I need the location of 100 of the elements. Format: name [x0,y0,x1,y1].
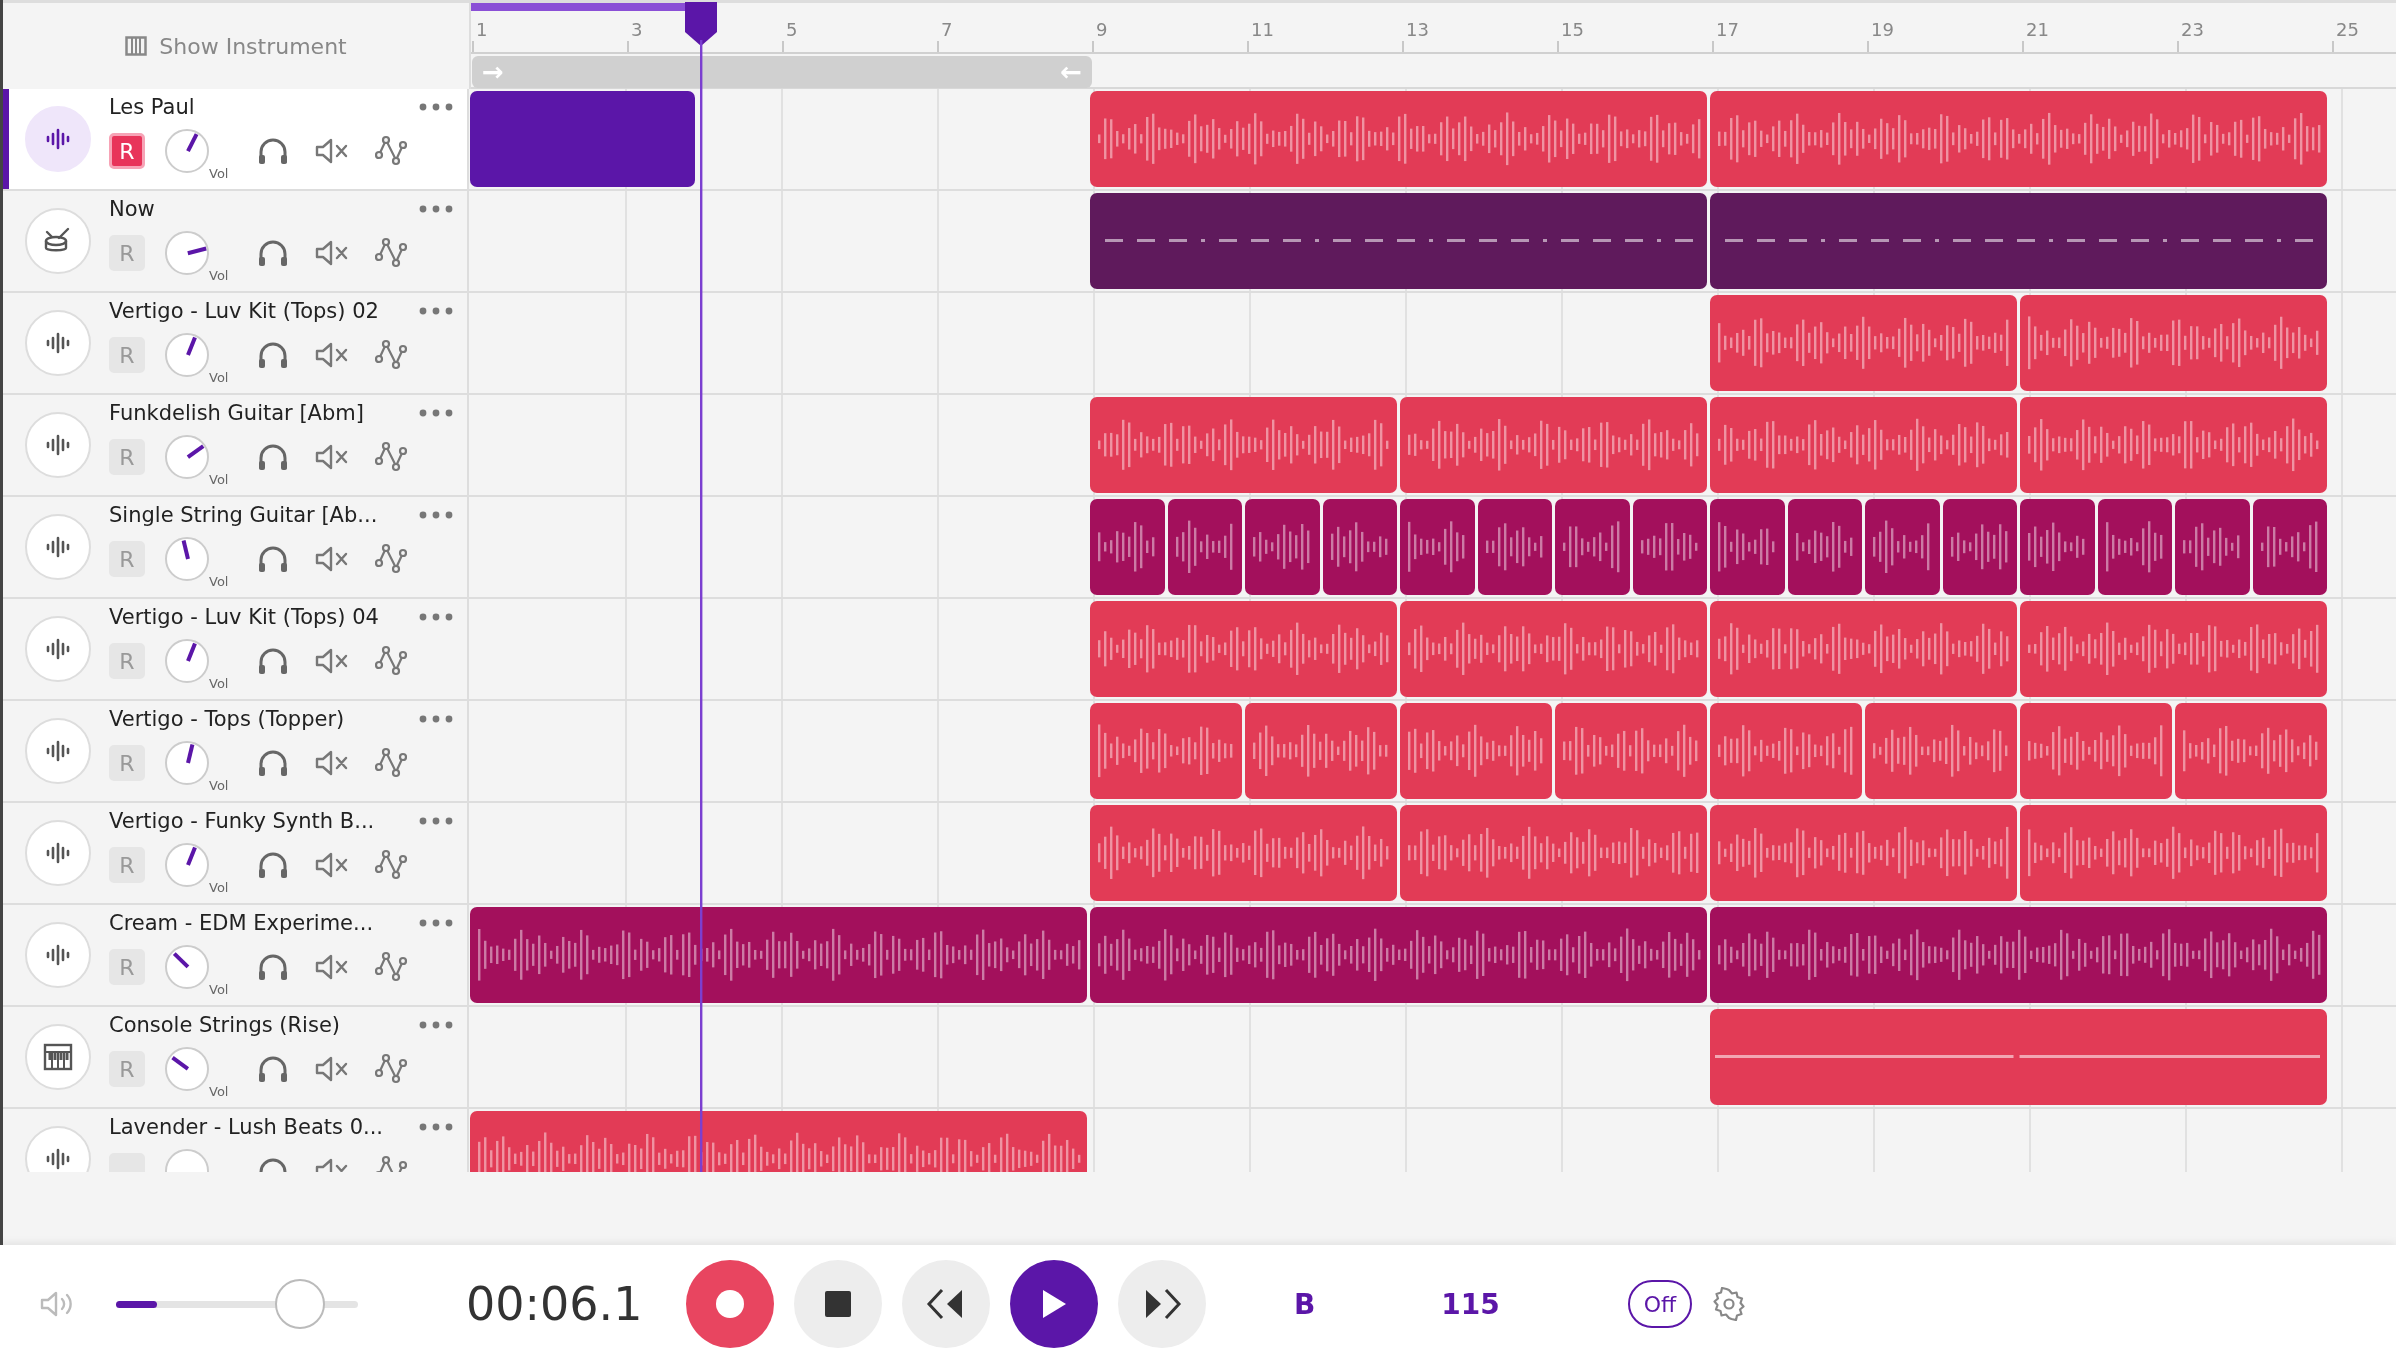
tempo-field[interactable]: 115 [1433,1283,1508,1325]
headphones-icon[interactable] [257,749,289,777]
audio-clip[interactable] [1400,805,1707,901]
audio-clip[interactable] [1090,601,1397,697]
audio-clip[interactable] [2020,295,2327,391]
automation-icon[interactable] [375,1053,407,1085]
audio-clip[interactable] [1245,499,1320,595]
record-arm-button[interactable]: R [109,847,145,883]
volume-knob[interactable] [165,945,209,989]
record-arm-button[interactable]: R [109,949,145,985]
more-options-icon[interactable] [419,1123,453,1131]
audio-clip[interactable] [1710,1009,2327,1105]
audio-clip[interactable] [1865,499,1940,595]
audio-clip[interactable] [1710,907,2327,1003]
audio-clip[interactable] [1090,805,1397,901]
more-options-icon[interactable] [419,511,453,519]
volume-knob[interactable] [165,231,209,275]
volume-knob[interactable] [165,741,209,785]
more-options-icon[interactable] [419,409,453,417]
audio-clip[interactable] [1400,397,1707,493]
volume-slider[interactable] [116,1279,358,1329]
audio-clip[interactable] [2175,499,2250,595]
mute-icon[interactable] [315,545,349,573]
audio-clip[interactable] [1710,295,2017,391]
audio-clip[interactable] [1710,601,2017,697]
automation-icon[interactable] [375,543,407,575]
automation-icon[interactable] [375,747,407,779]
automation-icon[interactable] [375,849,407,881]
record-arm-button[interactable]: R [109,337,145,373]
headphones-icon[interactable] [257,1055,289,1083]
audio-clip[interactable] [2252,499,2327,595]
more-options-icon[interactable] [419,613,453,621]
more-options-icon[interactable] [419,919,453,927]
audio-clip[interactable] [1090,703,1242,799]
headphones-icon[interactable] [257,239,289,267]
headphones-icon[interactable] [257,647,289,675]
audio-clip[interactable] [1245,703,1397,799]
more-options-icon[interactable] [419,715,453,723]
more-options-icon[interactable] [419,1021,453,1029]
key-selector[interactable]: B [1286,1283,1324,1325]
mute-icon[interactable] [315,1055,349,1083]
audio-clip[interactable] [1400,601,1707,697]
audio-clip[interactable] [1167,499,1242,595]
playhead[interactable] [683,0,720,1172]
mute-icon[interactable] [315,851,349,879]
audio-clip[interactable] [1632,499,1707,595]
show-instrument-button[interactable]: Show Instrument [117,29,355,63]
audio-clip[interactable] [2020,601,2327,697]
record-arm-button[interactable]: R [109,541,145,577]
volume-knob[interactable] [165,333,209,377]
record-arm-button[interactable]: R [109,745,145,781]
audio-clip[interactable] [2020,703,2172,799]
audio-clip[interactable] [1322,499,1397,595]
audio-clip[interactable] [1942,499,2017,595]
mute-icon[interactable] [315,953,349,981]
slider-thumb[interactable] [274,1279,325,1329]
more-options-icon[interactable] [419,307,453,315]
audio-clip[interactable] [1787,499,1862,595]
audio-clip[interactable] [2097,499,2172,595]
record-arm-button[interactable]: R [109,439,145,475]
volume-knob[interactable] [165,639,209,683]
audio-clip[interactable] [1090,91,1707,187]
metronome-toggle[interactable]: Off [1627,1280,1693,1328]
automation-icon[interactable] [375,645,407,677]
mute-icon[interactable] [315,647,349,675]
audio-clip[interactable] [1710,91,2327,187]
more-options-icon[interactable] [419,817,453,825]
audio-clip[interactable] [2020,499,2095,595]
audio-clip[interactable] [1710,397,2017,493]
mute-icon[interactable] [315,443,349,471]
record-arm-button[interactable]: R [109,1051,145,1087]
headphones-icon[interactable] [257,341,289,369]
headphones-icon[interactable] [257,851,289,879]
audio-clip[interactable] [1400,703,1552,799]
audio-clip[interactable] [1710,805,2017,901]
audio-clip[interactable] [2175,703,2327,799]
automation-icon[interactable] [375,237,407,269]
more-options-icon[interactable] [419,103,453,111]
midi-clip[interactable] [1710,193,2327,289]
audio-clip[interactable] [1865,703,2017,799]
audio-clip[interactable] [1555,703,1707,799]
audio-clip[interactable] [1477,499,1552,595]
audio-clip[interactable] [2020,397,2327,493]
mute-icon[interactable] [315,137,349,165]
headphones-icon[interactable] [257,953,289,981]
automation-icon[interactable] [375,441,407,473]
automation-icon[interactable] [375,135,407,167]
volume-knob[interactable] [165,537,209,581]
mute-icon[interactable] [315,749,349,777]
automation-icon[interactable] [375,951,407,983]
mute-icon[interactable] [315,239,349,267]
headphones-icon[interactable] [257,545,289,573]
automation-icon[interactable] [375,339,407,371]
more-options-icon[interactable] [419,205,453,213]
midi-clip[interactable] [1090,193,1707,289]
audio-clip[interactable] [1090,907,1707,1003]
audio-clip[interactable] [2020,805,2327,901]
settings-icon[interactable] [1712,1287,1747,1321]
volume-knob[interactable] [165,435,209,479]
mute-icon[interactable] [315,341,349,369]
